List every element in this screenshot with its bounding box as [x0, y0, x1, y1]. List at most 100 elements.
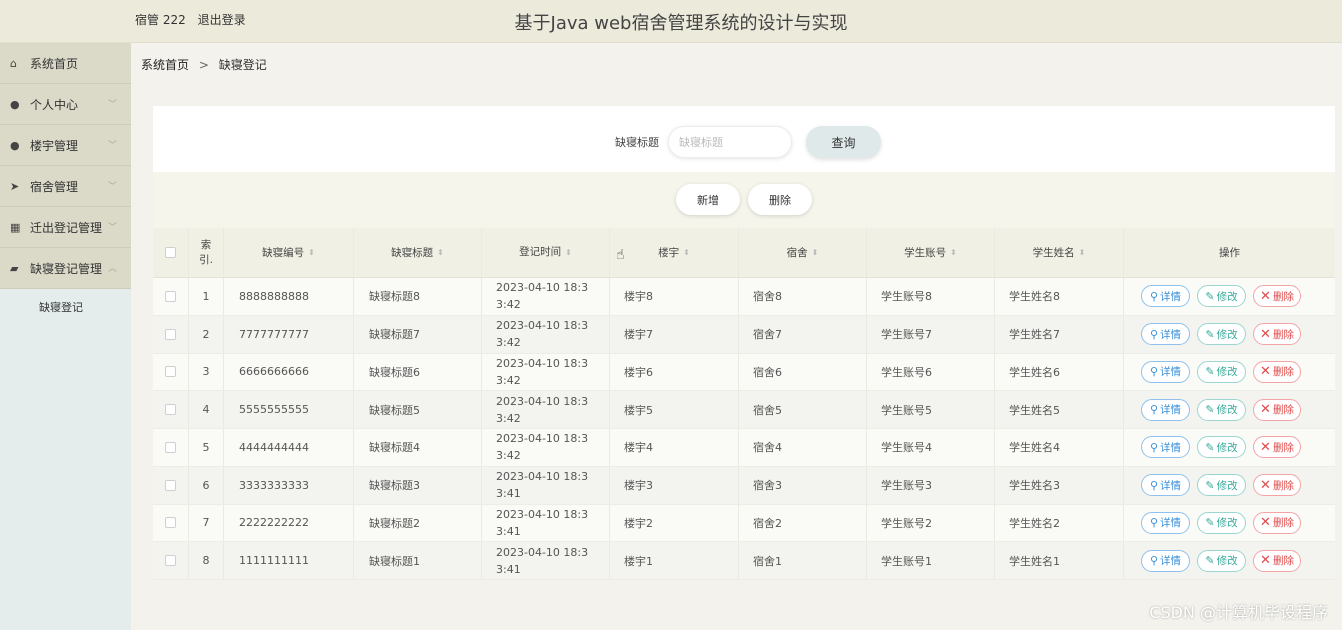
cell-title: 缺寝标题3 [354, 466, 482, 504]
sidebar-item-home[interactable]: ⌂ 系统首页 [0, 43, 131, 84]
header-name[interactable]: 学生姓名 ⬍ [995, 228, 1124, 277]
edit-button[interactable]: ✎ 修改 [1197, 323, 1246, 346]
submenu-item-absence-registration[interactable]: 缺寝登记 [0, 289, 131, 325]
detail-button[interactable]: ⚲ 详情 [1141, 285, 1190, 308]
breadcrumb-home[interactable]: 系统首页 [141, 58, 189, 72]
cell-title: 缺寝标题1 [354, 542, 482, 579]
delete-button[interactable]: ✕ 删除 [1253, 474, 1301, 497]
header-account[interactable]: 学生账号 ⬍ [867, 228, 995, 277]
row-select[interactable] [153, 278, 189, 315]
detail-button[interactable]: ⚲ 详情 [1141, 511, 1190, 534]
chevron-down-icon: ﹀ [107, 100, 117, 110]
detail-button[interactable]: ⚲ 详情 [1141, 474, 1190, 497]
row-select[interactable] [153, 391, 189, 428]
cell-time-text: 2023-04-10 18:33:42 [496, 319, 589, 350]
header-building[interactable]: 楼宇 ⬍ [610, 228, 739, 277]
header-select-all[interactable] [153, 228, 189, 277]
row-checkbox[interactable] [165, 290, 176, 302]
sidebar-item-label: 系统首页 [30, 56, 79, 71]
delete-button[interactable]: ✕ 删除 [1253, 285, 1301, 308]
cell-time: 2023-04-10 18:33:42 [482, 391, 610, 428]
cell-time: 2023-04-10 18:33:42 [482, 353, 610, 391]
header-title[interactable]: 缺寝标题 ⬍ [354, 228, 482, 277]
detail-label: 详情 [1160, 517, 1182, 530]
query-button[interactable]: 查询 [806, 126, 881, 158]
sidebar-item-dorm-management[interactable]: ➤ 宿舍管理 ﹀ [0, 166, 131, 207]
cell-no: 8888888888 [224, 278, 354, 315]
row-checkbox[interactable] [165, 404, 176, 416]
batch-delete-button[interactable]: 删除 [748, 184, 812, 215]
header-name-label: 学生姓名 [1032, 247, 1075, 259]
add-button[interactable]: 新增 [676, 184, 740, 215]
cell-account: 学生账号6 [867, 353, 995, 391]
delete-button[interactable]: ✕ 删除 [1253, 323, 1301, 346]
sidebar-item-building-management[interactable]: ● 楼宇管理 ﹀ [0, 125, 131, 166]
row-select[interactable] [153, 542, 189, 579]
table-row: 3 6666666666 缺寝标题6 2023-04-10 18:33:42 楼宇6 宿舍… [153, 353, 1335, 392]
delete-label: 删除 [1272, 479, 1294, 492]
breadcrumb-current: 缺寝登记 [218, 58, 267, 72]
row-checkbox[interactable] [165, 479, 176, 491]
search-icon: ⚲ [1149, 403, 1159, 417]
sort-icon[interactable]: ⬍ [308, 248, 315, 257]
detail-button[interactable]: ⚲ 详情 [1141, 436, 1190, 459]
cell-room: 宿舍5 [739, 391, 867, 428]
pencil-icon: ✎ [1205, 554, 1215, 568]
row-select[interactable] [153, 429, 189, 466]
sort-icon[interactable]: ⬍ [1079, 248, 1086, 257]
row-checkbox[interactable] [165, 441, 176, 453]
search-input[interactable] [668, 126, 792, 158]
header-no[interactable]: 缺寝编号 ⬍ [224, 228, 354, 277]
row-checkbox[interactable] [165, 366, 176, 378]
sidebar-item-absence-management[interactable]: ▰ 缺寝登记管理 ︿ [0, 248, 131, 289]
edit-button[interactable]: ✎ 修改 [1197, 285, 1246, 308]
edit-label: 修改 [1216, 517, 1238, 530]
detail-label: 详情 [1160, 555, 1182, 568]
delete-button[interactable]: ✕ 删除 [1253, 398, 1301, 421]
header-time[interactable]: 登记时间 ⬍ [482, 228, 610, 277]
cell-no: 3333333333 [224, 466, 354, 504]
sort-icon[interactable]: ⬍ [683, 248, 690, 257]
sort-icon[interactable]: ⬍ [812, 248, 819, 257]
row-checkbox[interactable] [165, 555, 176, 567]
select-all-checkbox[interactable] [165, 247, 176, 258]
edit-label: 修改 [1216, 479, 1238, 492]
row-select[interactable] [153, 504, 189, 542]
table-row: 1 8888888888 缺寝标题8 2023-04-10 18:33:42 楼宇8 宿舍… [153, 278, 1335, 316]
detail-button[interactable]: ⚲ 详情 [1141, 360, 1190, 383]
edit-button[interactable]: ✎ 修改 [1197, 549, 1246, 572]
sort-icon[interactable]: ⬍ [950, 248, 957, 257]
sort-icon[interactable]: ⬍ [565, 244, 572, 261]
edit-button[interactable]: ✎ 修改 [1197, 511, 1246, 534]
sidebar-item-personal-center[interactable]: ● 个人中心 ﹀ [0, 84, 131, 125]
header-room[interactable]: 宿舍 ⬍ [739, 228, 867, 277]
cell-ops: ⚲ 详情 ✎ 修改 ✕ 删除 [1124, 467, 1335, 504]
chevron-down-icon: ﹀ [107, 182, 117, 192]
edit-button[interactable]: ✎ 修改 [1197, 360, 1246, 383]
row-select[interactable] [153, 466, 189, 504]
delete-button[interactable]: ✕ 删除 [1253, 360, 1301, 383]
detail-button[interactable]: ⚲ 详情 [1141, 323, 1190, 346]
sort-icon[interactable]: ⬍ [437, 248, 444, 257]
delete-button[interactable]: ✕ 删除 [1253, 511, 1301, 534]
detail-button[interactable]: ⚲ 详情 [1141, 549, 1190, 572]
row-checkbox[interactable] [165, 517, 176, 529]
sidebar-item-moveout-management[interactable]: ▦ 迁出登记管理 ﹀ [0, 207, 131, 248]
header-account-label: 学生账号 [904, 247, 947, 259]
row-checkbox[interactable] [165, 328, 176, 340]
edit-button[interactable]: ✎ 修改 [1197, 398, 1246, 421]
row-select[interactable] [153, 353, 189, 391]
edit-button[interactable]: ✎ 修改 [1197, 474, 1246, 497]
table-row: 7 2222222222 缺寝标题2 2023-04-10 18:33:41 楼宇2 宿舍… [153, 504, 1335, 543]
cell-account: 学生账号1 [867, 542, 995, 579]
delete-button[interactable]: ✕ 删除 [1253, 436, 1301, 459]
pencil-icon: ✎ [1205, 478, 1215, 492]
cell-ops: ⚲ 详情 ✎ 修改 ✕ 删除 [1124, 278, 1335, 315]
delete-button[interactable]: ✕ 删除 [1253, 549, 1301, 572]
edit-button[interactable]: ✎ 修改 [1197, 436, 1246, 459]
detail-button[interactable]: ⚲ 详情 [1141, 398, 1190, 421]
row-select[interactable] [153, 315, 189, 353]
user-icon: ● [10, 97, 20, 111]
cell-building: 楼宇4 [610, 429, 739, 466]
close-icon: ✕ [1260, 402, 1271, 418]
